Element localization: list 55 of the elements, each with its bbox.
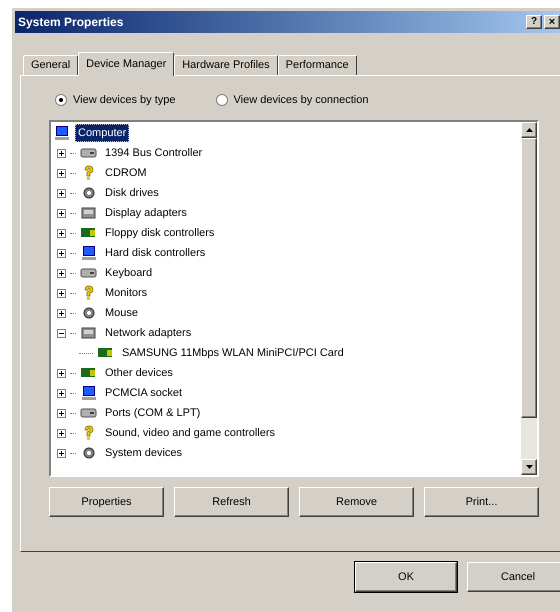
tree-item-label[interactable]: Monitors [102, 284, 150, 302]
tree-item-label[interactable]: Computer [75, 124, 130, 142]
dialog-button[interactable]: OK [355, 562, 457, 592]
device-icon [80, 205, 98, 221]
tab[interactable]: Performance [278, 55, 357, 75]
expand-box[interactable] [57, 428, 66, 438]
tree-item-label[interactable]: 1394 Bus Controller [102, 144, 206, 162]
monitor-icon [80, 385, 98, 401]
expand-box[interactable] [57, 228, 66, 238]
radio-button[interactable] [216, 94, 228, 106]
radio-label: View devices by connection [234, 92, 368, 108]
expand-box[interactable] [57, 388, 66, 398]
expand-box[interactable] [57, 288, 66, 298]
tab[interactable]: Hardware Profiles [174, 55, 278, 75]
tree-item-label[interactable]: SAMSUNG 11Mbps WLAN MiniPCI/PCI Card [119, 344, 347, 362]
tree-item-label[interactable]: Floppy disk controllers [102, 224, 218, 242]
tree-item-label[interactable]: Mouse [102, 304, 142, 322]
tree-item-label[interactable]: System devices [102, 444, 186, 462]
expand-box[interactable] [57, 248, 66, 258]
expand-box[interactable] [57, 188, 66, 198]
window-title: System Properties [18, 14, 124, 31]
expand-box[interactable] [57, 308, 66, 318]
help-button[interactable]: ? [526, 15, 542, 29]
tab[interactable]: Device Manager [78, 52, 174, 76]
device-icon [80, 325, 98, 341]
action-button[interactable]: Properties [49, 487, 164, 517]
action-button[interactable]: Print... [424, 487, 539, 517]
expand-box[interactable] [57, 148, 66, 158]
tree-item-label[interactable]: Network adapters [102, 324, 194, 342]
expand-box[interactable] [57, 408, 66, 418]
monitor-icon [80, 245, 98, 261]
tree-item-label[interactable]: Disk drives [102, 184, 162, 202]
tree-item-label[interactable]: Other devices [102, 364, 176, 382]
expand-box[interactable] [57, 448, 66, 458]
action-button[interactable]: Remove [299, 487, 414, 517]
tab[interactable]: General [23, 55, 78, 75]
radio-label: View devices by type [73, 92, 176, 108]
scroll-thumb[interactable] [521, 138, 537, 418]
close-button[interactable]: × [544, 15, 560, 29]
tree-item-label[interactable]: PCMCIA socket [102, 384, 186, 402]
expand-box[interactable] [57, 208, 66, 218]
expand-box[interactable] [57, 168, 66, 178]
tree-item-label[interactable]: CDROM [102, 164, 150, 182]
tree-item-label[interactable]: Display adapters [102, 204, 190, 222]
radio-button[interactable] [55, 94, 67, 106]
collapse-box[interactable] [57, 328, 66, 338]
tree-item-label[interactable]: Hard disk controllers [102, 244, 208, 262]
expand-box[interactable] [57, 368, 66, 378]
action-button[interactable]: Refresh [174, 487, 289, 517]
dialog-button[interactable]: Cancel [467, 562, 560, 592]
expand-box[interactable] [57, 268, 66, 278]
monitor-icon [53, 125, 71, 141]
tree-item-label[interactable]: Keyboard [102, 264, 156, 282]
tree-item-label[interactable]: Sound, video and game controllers [102, 424, 278, 442]
tree-item-label[interactable]: Ports (COM & LPT) [102, 404, 204, 422]
